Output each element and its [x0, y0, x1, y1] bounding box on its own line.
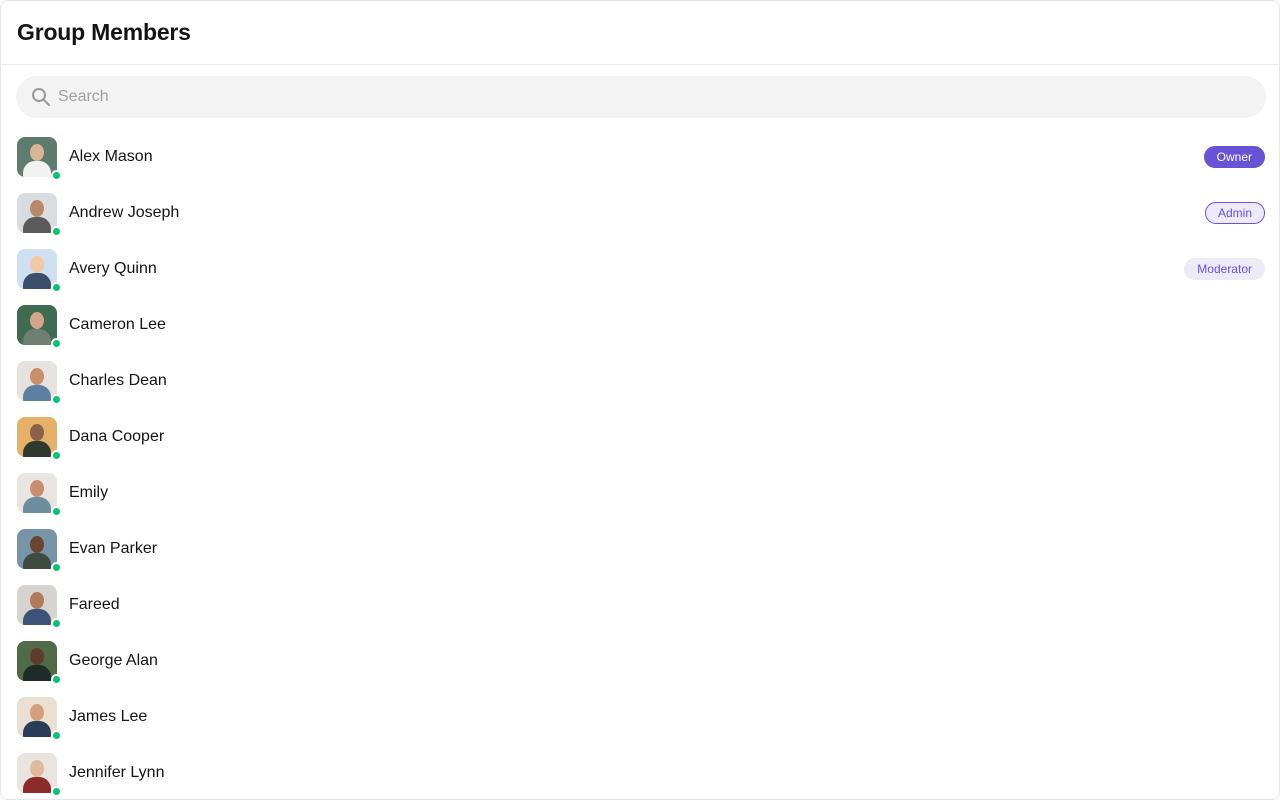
online-status-indicator	[51, 506, 62, 517]
avatar[interactable]	[17, 249, 62, 293]
member-name: Jennifer Lynn	[69, 764, 165, 781]
online-status-indicator	[51, 450, 62, 461]
online-status-indicator	[51, 786, 62, 797]
avatar-head	[30, 424, 44, 441]
online-status-indicator	[51, 674, 62, 685]
member-row[interactable]: George Alan	[1, 633, 1279, 689]
member-row[interactable]: Emily	[1, 465, 1279, 521]
avatar-body	[23, 161, 51, 177]
member-row[interactable]: Jennifer Lynn	[1, 745, 1279, 799]
member-row[interactable]: James Lee	[1, 689, 1279, 745]
avatar[interactable]	[17, 137, 62, 181]
online-status-indicator	[51, 282, 62, 293]
header: Group Members	[1, 1, 1279, 65]
member-row[interactable]: Alex Mason Owner	[1, 129, 1279, 185]
member-name: Evan Parker	[69, 540, 158, 557]
search-bar[interactable]	[16, 76, 1266, 118]
avatar-body	[23, 609, 51, 625]
avatar-image	[17, 585, 57, 625]
avatar-image	[17, 361, 57, 401]
avatar-image	[17, 417, 57, 457]
avatar-body	[23, 665, 51, 681]
member-name: George Alan	[69, 652, 158, 669]
avatar[interactable]	[17, 473, 62, 517]
member-row[interactable]: Evan Parker	[1, 521, 1279, 577]
avatar[interactable]	[17, 193, 62, 237]
role-badge-moderator: Moderator	[1184, 258, 1265, 280]
online-status-indicator	[51, 226, 62, 237]
avatar-head	[30, 648, 44, 665]
group-members-panel: Group Members Alex Mason Owner Andrew Jose…	[0, 0, 1280, 800]
avatar[interactable]	[17, 529, 62, 573]
avatar-head	[30, 704, 44, 721]
member-list: Alex Mason Owner Andrew Joseph Admin Avery Q…	[1, 129, 1279, 799]
avatar-head	[30, 256, 44, 273]
avatar-head	[30, 312, 44, 329]
avatar[interactable]	[17, 305, 62, 349]
member-row[interactable]: Charles Dean	[1, 353, 1279, 409]
avatar-body	[23, 441, 51, 457]
avatar-head	[30, 144, 44, 161]
avatar-body	[23, 273, 51, 289]
member-name: Dana Cooper	[69, 428, 165, 445]
avatar[interactable]	[17, 753, 62, 797]
avatar[interactable]	[17, 697, 62, 741]
member-name: Alex Mason	[69, 148, 153, 165]
avatar-head	[30, 480, 44, 497]
avatar-image	[17, 137, 57, 177]
page-title: Group Members	[17, 19, 191, 45]
avatar[interactable]	[17, 585, 62, 629]
avatar-image	[17, 193, 57, 233]
online-status-indicator	[51, 618, 62, 629]
member-row[interactable]: Cameron Lee	[1, 297, 1279, 353]
online-status-indicator	[51, 170, 62, 181]
member-name: Emily	[69, 484, 109, 501]
avatar-head	[30, 592, 44, 609]
member-row[interactable]: Andrew Joseph Admin	[1, 185, 1279, 241]
avatar[interactable]	[17, 417, 62, 461]
avatar-body	[23, 777, 51, 793]
avatar-head	[30, 200, 44, 217]
member-name: James Lee	[69, 708, 148, 725]
avatar-body	[23, 217, 51, 233]
online-status-indicator	[51, 562, 62, 573]
avatar-image	[17, 473, 57, 513]
member-name: Fareed	[69, 596, 120, 613]
member-name: Charles Dean	[69, 372, 167, 389]
avatar-head	[30, 760, 44, 777]
avatar-body	[23, 385, 51, 401]
member-row[interactable]: Avery Quinn Moderator	[1, 241, 1279, 297]
avatar-image	[17, 697, 57, 737]
avatar[interactable]	[17, 361, 62, 405]
search-icon	[30, 86, 52, 108]
member-name: Avery Quinn	[69, 260, 157, 277]
avatar-body	[23, 497, 51, 513]
avatar-image	[17, 249, 57, 289]
avatar-body	[23, 721, 51, 737]
online-status-indicator	[51, 338, 62, 349]
search-input[interactable]	[58, 88, 1238, 106]
avatar-head	[30, 368, 44, 385]
member-name: Cameron Lee	[69, 316, 166, 333]
role-badge-admin: Admin	[1204, 202, 1265, 224]
avatar-image	[17, 529, 57, 569]
avatar-body	[23, 329, 51, 345]
online-status-indicator	[51, 730, 62, 741]
role-badge-owner: Owner	[1203, 146, 1265, 168]
member-row[interactable]: Dana Cooper	[1, 409, 1279, 465]
avatar-body	[23, 553, 51, 569]
member-row[interactable]: Fareed	[1, 577, 1279, 633]
online-status-indicator	[51, 394, 62, 405]
avatar[interactable]	[17, 641, 62, 685]
avatar-image	[17, 753, 57, 793]
avatar-image	[17, 305, 57, 345]
avatar-image	[17, 641, 57, 681]
avatar-head	[30, 536, 44, 553]
member-name: Andrew Joseph	[69, 204, 180, 221]
